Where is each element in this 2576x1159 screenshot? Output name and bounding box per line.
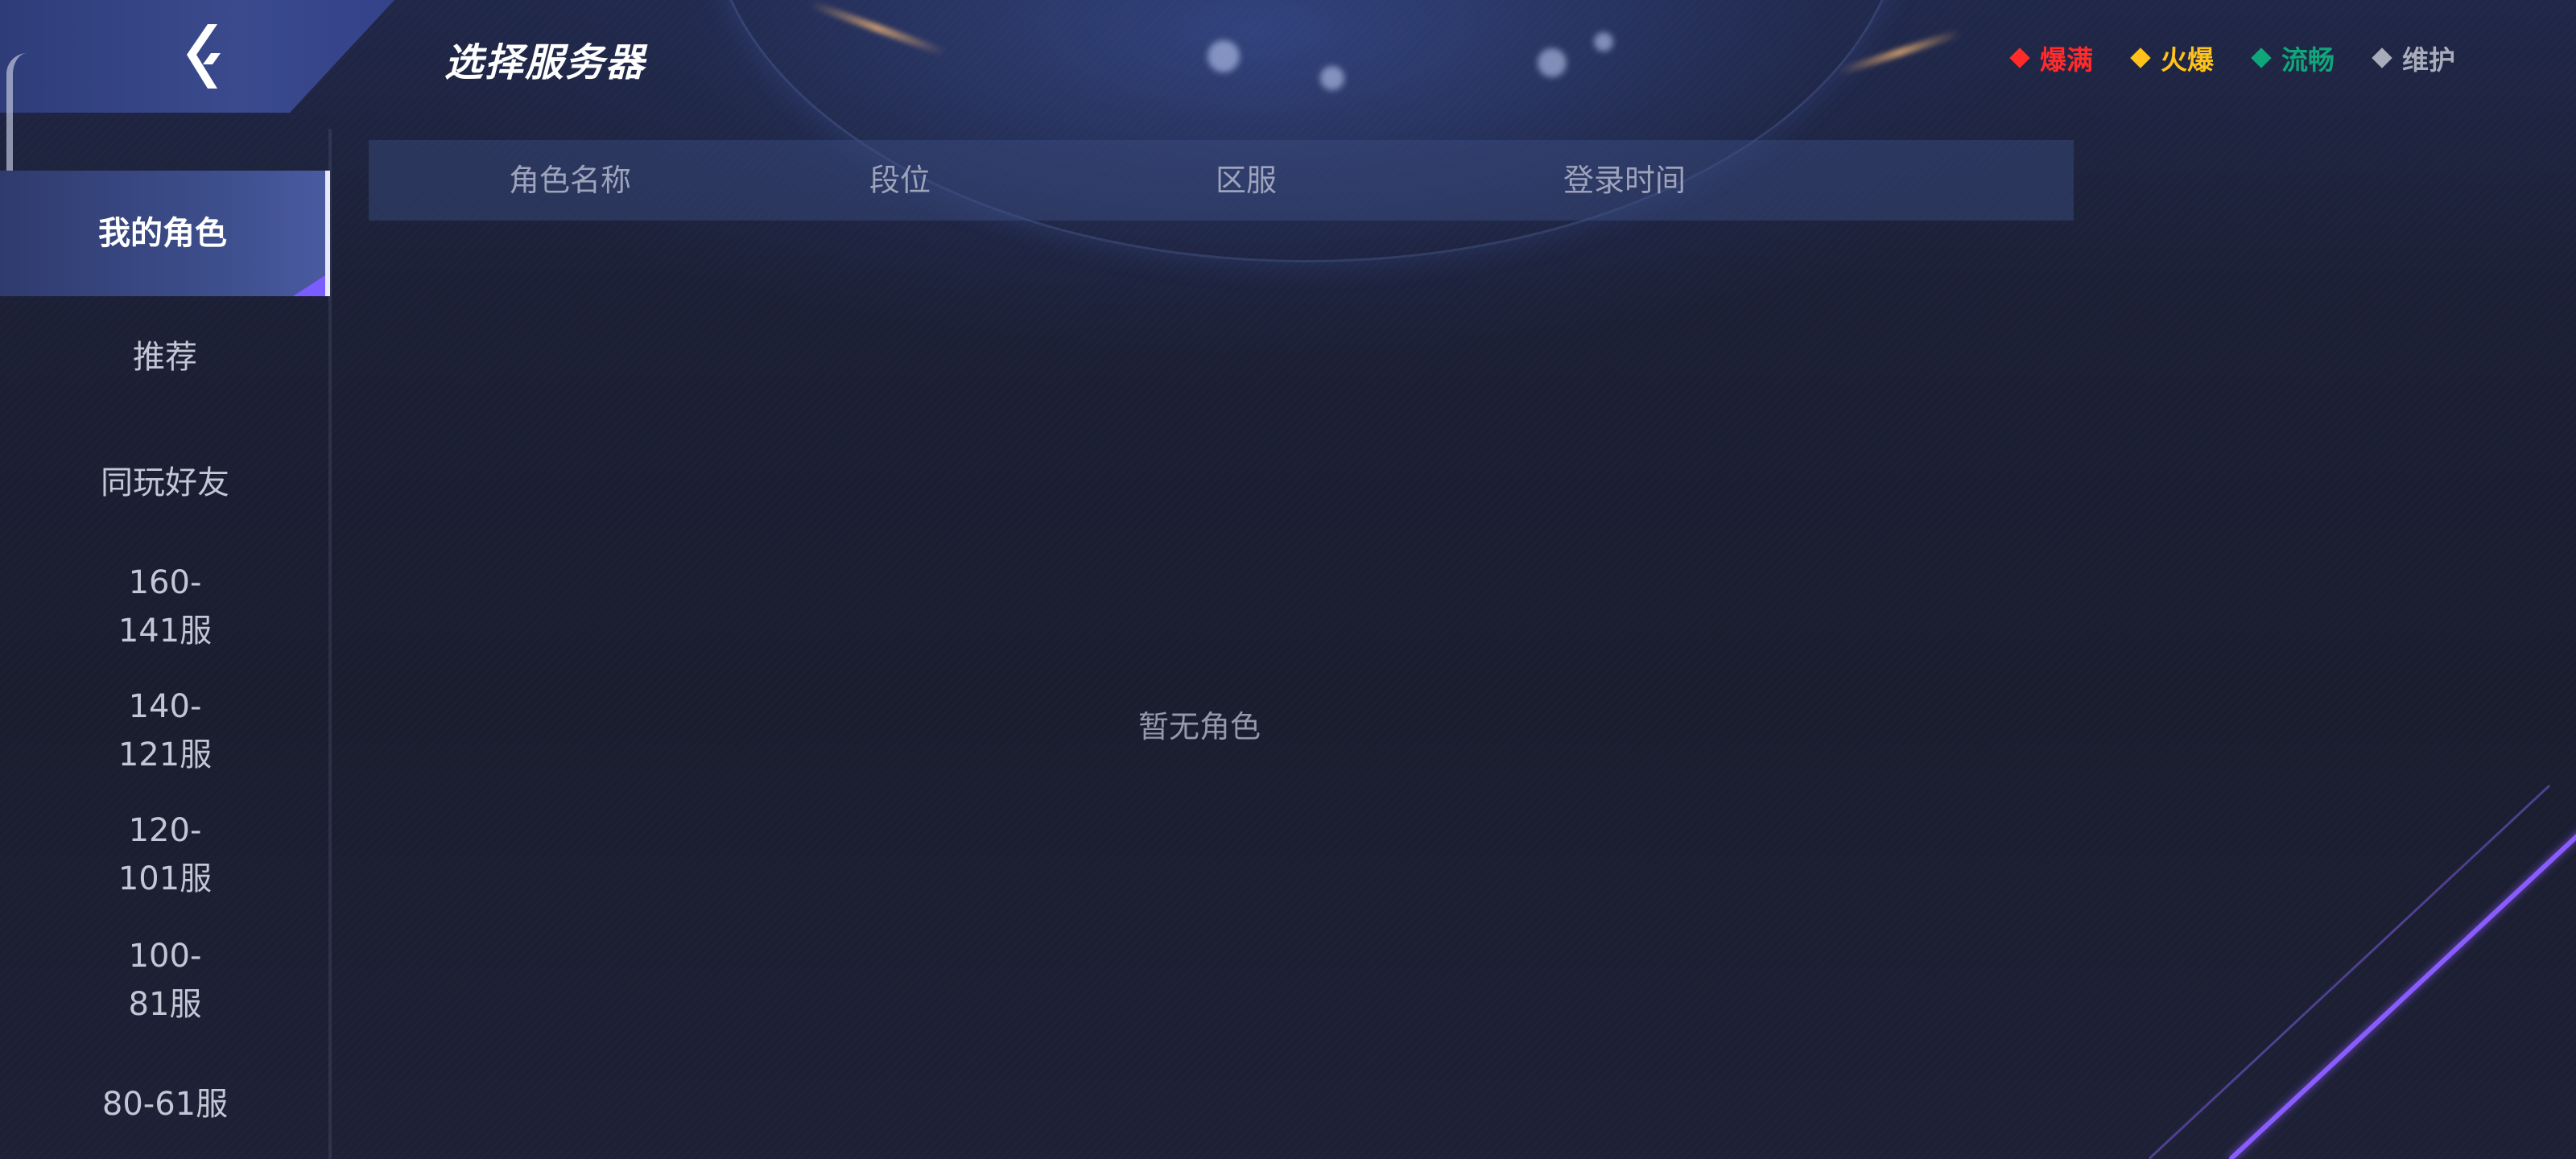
legend-item: 流畅 [2251, 39, 2334, 77]
sidebar-item-label: 120- 101服 [118, 812, 213, 897]
background-light [1208, 40, 1240, 72]
sidebar-item-2[interactable]: 同玩好友 [0, 420, 330, 546]
back-arrow-icon [187, 24, 221, 89]
column-header-rank: 段位 [869, 163, 931, 198]
status-diamond-icon [2130, 47, 2151, 68]
background-light [1594, 32, 1613, 52]
column-header-role-name: 角色名称 [508, 163, 631, 198]
sidebar-item-label: 160- 141服 [118, 564, 213, 650]
decorative-line [2227, 773, 2576, 1159]
role-table-header: 角色名称 段位 区服 登录时间 [369, 140, 2074, 221]
background-light [1320, 66, 1344, 90]
active-corner-accent [293, 275, 325, 296]
sidebar-item-5[interactable]: 120- 101服 [0, 792, 330, 918]
column-header-login-time: 登录时间 [1563, 163, 1686, 198]
server-select-screen: 选择服务器 爆满 火爆 流畅 维护 我的角色推荐同玩好友 160- 141服 140- 1… [0, 0, 2576, 1159]
sidebar-item-label: 推荐 [133, 339, 197, 376]
server-group-sidebar: 我的角色推荐同玩好友 160- 141服 140- 121服 120- 101服 100… [0, 113, 330, 1159]
legend-label: 流畅 [2281, 44, 2334, 76]
page-title: 选择服务器 [444, 40, 646, 85]
legend-item: 维护 [2372, 39, 2455, 77]
sidebar-item-0[interactable]: 我的角色 [0, 171, 330, 296]
sidebar-item-7[interactable]: 80-61服 [0, 1041, 330, 1159]
legend-item: 爆满 [2009, 39, 2093, 77]
sidebar-item-1[interactable]: 推荐 [0, 295, 330, 420]
legend-label: 爆满 [2040, 44, 2093, 76]
background-light [1538, 48, 1567, 77]
empty-state-text: 暂无角色 [1137, 709, 1261, 744]
sidebar-item-label: 140- 121服 [118, 688, 213, 773]
back-button[interactable] [161, 16, 250, 97]
legend-label: 维护 [2402, 44, 2455, 76]
sidebar-item-4[interactable]: 140- 121服 [0, 668, 330, 794]
status-diamond-icon [2372, 47, 2392, 68]
server-status-legend: 爆满 火爆 流畅 维护 [2009, 39, 2455, 77]
sidebar-item-label: 同玩好友 [101, 464, 229, 501]
status-diamond-icon [2009, 47, 2030, 68]
sidebar-item-label: 100- 81服 [128, 938, 202, 1023]
legend-label: 火爆 [2161, 44, 2214, 76]
background-arc [708, 0, 1905, 262]
sidebar-item-label: 我的角色 [98, 215, 227, 252]
status-diamond-icon [2251, 47, 2272, 68]
sidebar-item-3[interactable]: 160- 141服 [0, 544, 330, 670]
column-header-server: 区服 [1215, 163, 1277, 198]
legend-item: 火爆 [2130, 39, 2214, 77]
sidebar-item-6[interactable]: 100- 81服 [0, 918, 330, 1043]
decorative-line [2148, 784, 2551, 1159]
sidebar-item-label: 80-61服 [101, 1086, 229, 1123]
